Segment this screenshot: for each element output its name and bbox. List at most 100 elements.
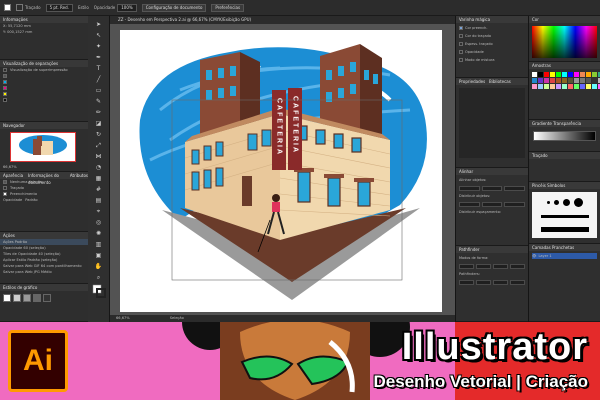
swatch[interactable] bbox=[538, 78, 543, 83]
swatch[interactable] bbox=[538, 84, 543, 89]
gradient-preview[interactable] bbox=[533, 131, 596, 141]
swatch[interactable] bbox=[550, 84, 555, 89]
swatches-title[interactable]: Amostras bbox=[529, 62, 600, 69]
color-title[interactable]: Cor bbox=[529, 16, 600, 23]
magic-wand-tool-icon[interactable]: ✦ bbox=[91, 42, 107, 51]
type-tool-icon[interactable]: T bbox=[91, 64, 107, 73]
brush-dot-icon[interactable] bbox=[546, 201, 550, 205]
perspective-grid-tool-icon[interactable]: ▦ bbox=[91, 174, 107, 183]
document-tab[interactable]: ZZ - Desenho em Perspectiva 2.ai @ 66,67… bbox=[110, 16, 455, 24]
swatch[interactable] bbox=[556, 72, 561, 77]
tab-transparency[interactable]: Transparência bbox=[553, 121, 581, 126]
eraser-tool-icon[interactable]: ◪ bbox=[91, 119, 107, 128]
blend-mode-checkbox[interactable] bbox=[459, 58, 463, 62]
tab-properties[interactable]: Propriedades bbox=[459, 79, 485, 84]
color-spectrum[interactable] bbox=[532, 26, 597, 58]
selection-tool-icon[interactable]: ➤ bbox=[91, 20, 107, 29]
pathfinder-title[interactable]: Pathfinder bbox=[456, 246, 528, 253]
swatch[interactable] bbox=[592, 84, 597, 89]
layer-row[interactable]: 👁 Layer 1 bbox=[532, 253, 597, 259]
magic-wand-blend-row[interactable]: Modo de mistura bbox=[459, 57, 525, 63]
opacity-field[interactable]: 100% bbox=[117, 3, 137, 12]
width-tool-icon[interactable]: ⋈ bbox=[91, 152, 107, 161]
swatch[interactable] bbox=[556, 84, 561, 89]
info-panel-title[interactable]: Informações bbox=[0, 16, 88, 23]
navigator-zoom[interactable]: 66,67% bbox=[0, 164, 20, 170]
direct-selection-tool-icon[interactable]: ↖ bbox=[91, 31, 107, 40]
stroke-panel-title[interactable]: Traçado bbox=[529, 152, 600, 159]
swatch[interactable] bbox=[580, 72, 585, 77]
eyedropper-tool-icon[interactable]: ⌖ bbox=[91, 207, 107, 216]
separations-panel-title[interactable]: Visualização de separações bbox=[0, 60, 88, 67]
rectangle-tool-icon[interactable]: ▭ bbox=[91, 86, 107, 95]
tab-document-info[interactable]: Informações do documento bbox=[28, 172, 65, 185]
brush-stroke-icon[interactable] bbox=[540, 226, 589, 232]
artboard[interactable]: CAFETERIA CAFETERIA bbox=[120, 30, 442, 312]
swatch[interactable] bbox=[550, 78, 555, 83]
unite-button[interactable] bbox=[459, 263, 474, 269]
stroke-color-checkbox[interactable] bbox=[459, 34, 463, 38]
align-center-button[interactable] bbox=[481, 185, 503, 191]
graph-tool-icon[interactable]: ▥ bbox=[91, 240, 107, 249]
swatch[interactable] bbox=[568, 72, 573, 77]
swatch[interactable] bbox=[568, 84, 573, 89]
swatch[interactable] bbox=[544, 72, 549, 77]
swatch[interactable] bbox=[562, 84, 567, 89]
swatch[interactable] bbox=[568, 78, 573, 83]
swatch[interactable] bbox=[574, 72, 579, 77]
swatch[interactable] bbox=[574, 78, 579, 83]
brush-dot-icon[interactable] bbox=[562, 199, 570, 207]
swatch[interactable] bbox=[544, 84, 549, 89]
graphic-style-swatch[interactable] bbox=[23, 294, 31, 302]
exclude-button[interactable] bbox=[510, 263, 525, 269]
swatch[interactable] bbox=[556, 78, 561, 83]
swatch[interactable] bbox=[574, 84, 579, 89]
pencil-tool-icon[interactable]: ✏ bbox=[91, 108, 107, 117]
tab-layers[interactable]: Camadas bbox=[532, 245, 551, 250]
tab-appearance[interactable]: Aparência bbox=[3, 172, 23, 179]
divide-button[interactable] bbox=[459, 279, 474, 285]
brush-dot-icon[interactable] bbox=[553, 200, 559, 206]
swatch[interactable] bbox=[580, 78, 585, 83]
swatch[interactable] bbox=[532, 72, 537, 77]
tab-artboards[interactable]: Pranchetas bbox=[552, 245, 574, 250]
graphic-style-swatch[interactable] bbox=[3, 294, 11, 302]
align-right-button[interactable] bbox=[504, 185, 526, 191]
action-item[interactable]: Salvar para Web JPG Médio bbox=[0, 269, 88, 275]
swatch[interactable] bbox=[532, 78, 537, 83]
brush-stroke-icon[interactable] bbox=[540, 215, 589, 219]
hand-tool-icon[interactable]: ✋ bbox=[91, 262, 107, 271]
swatch[interactable] bbox=[592, 72, 597, 77]
shape-builder-tool-icon[interactable]: ◔ bbox=[91, 163, 107, 172]
merge-button[interactable] bbox=[493, 279, 508, 285]
line-tool-icon[interactable]: ╱ bbox=[91, 75, 107, 84]
opacity-checkbox[interactable] bbox=[459, 50, 463, 54]
swatch[interactable] bbox=[586, 78, 591, 83]
artboard-tool-icon[interactable]: ▣ bbox=[91, 251, 107, 260]
stroke-swatch[interactable] bbox=[16, 4, 23, 11]
status-readout[interactable]: Seleção bbox=[170, 315, 184, 322]
zoom-tool-icon[interactable]: ⌕ bbox=[91, 273, 107, 282]
align-title[interactable]: Alinhar bbox=[456, 168, 528, 175]
graphic-styles-title[interactable]: Estilos de gráfico bbox=[0, 284, 88, 291]
distribute-top-button[interactable] bbox=[459, 201, 480, 207]
align-left-button[interactable] bbox=[459, 185, 480, 191]
distribute-center-button[interactable] bbox=[481, 201, 503, 207]
overprint-checkbox[interactable] bbox=[3, 68, 7, 72]
artwork-cafeteria[interactable]: CAFETERIA CAFETERIA bbox=[120, 30, 442, 312]
fill-color-checkbox[interactable] bbox=[459, 26, 463, 30]
tab-symbols[interactable]: Símbolos bbox=[547, 183, 565, 188]
symbol-sprayer-tool-icon[interactable]: ✺ bbox=[91, 229, 107, 238]
swatch[interactable] bbox=[562, 78, 567, 83]
swatch[interactable] bbox=[580, 84, 585, 89]
graphic-style-swatch[interactable] bbox=[13, 294, 21, 302]
magic-wand-stroke-row[interactable]: Cor do traçado bbox=[459, 33, 525, 39]
trim-button[interactable] bbox=[476, 279, 491, 285]
opacity-control[interactable]: Opacidade 100% bbox=[94, 3, 137, 12]
brush-dot-icon[interactable] bbox=[573, 198, 583, 208]
brush-tool-icon[interactable]: ✎ bbox=[91, 97, 107, 106]
distribute-bottom-button[interactable] bbox=[504, 201, 526, 207]
rotate-tool-icon[interactable]: ↻ bbox=[91, 130, 107, 139]
stroke-control[interactable]: Traçado bbox=[16, 4, 41, 11]
minus-front-button[interactable] bbox=[476, 263, 491, 269]
